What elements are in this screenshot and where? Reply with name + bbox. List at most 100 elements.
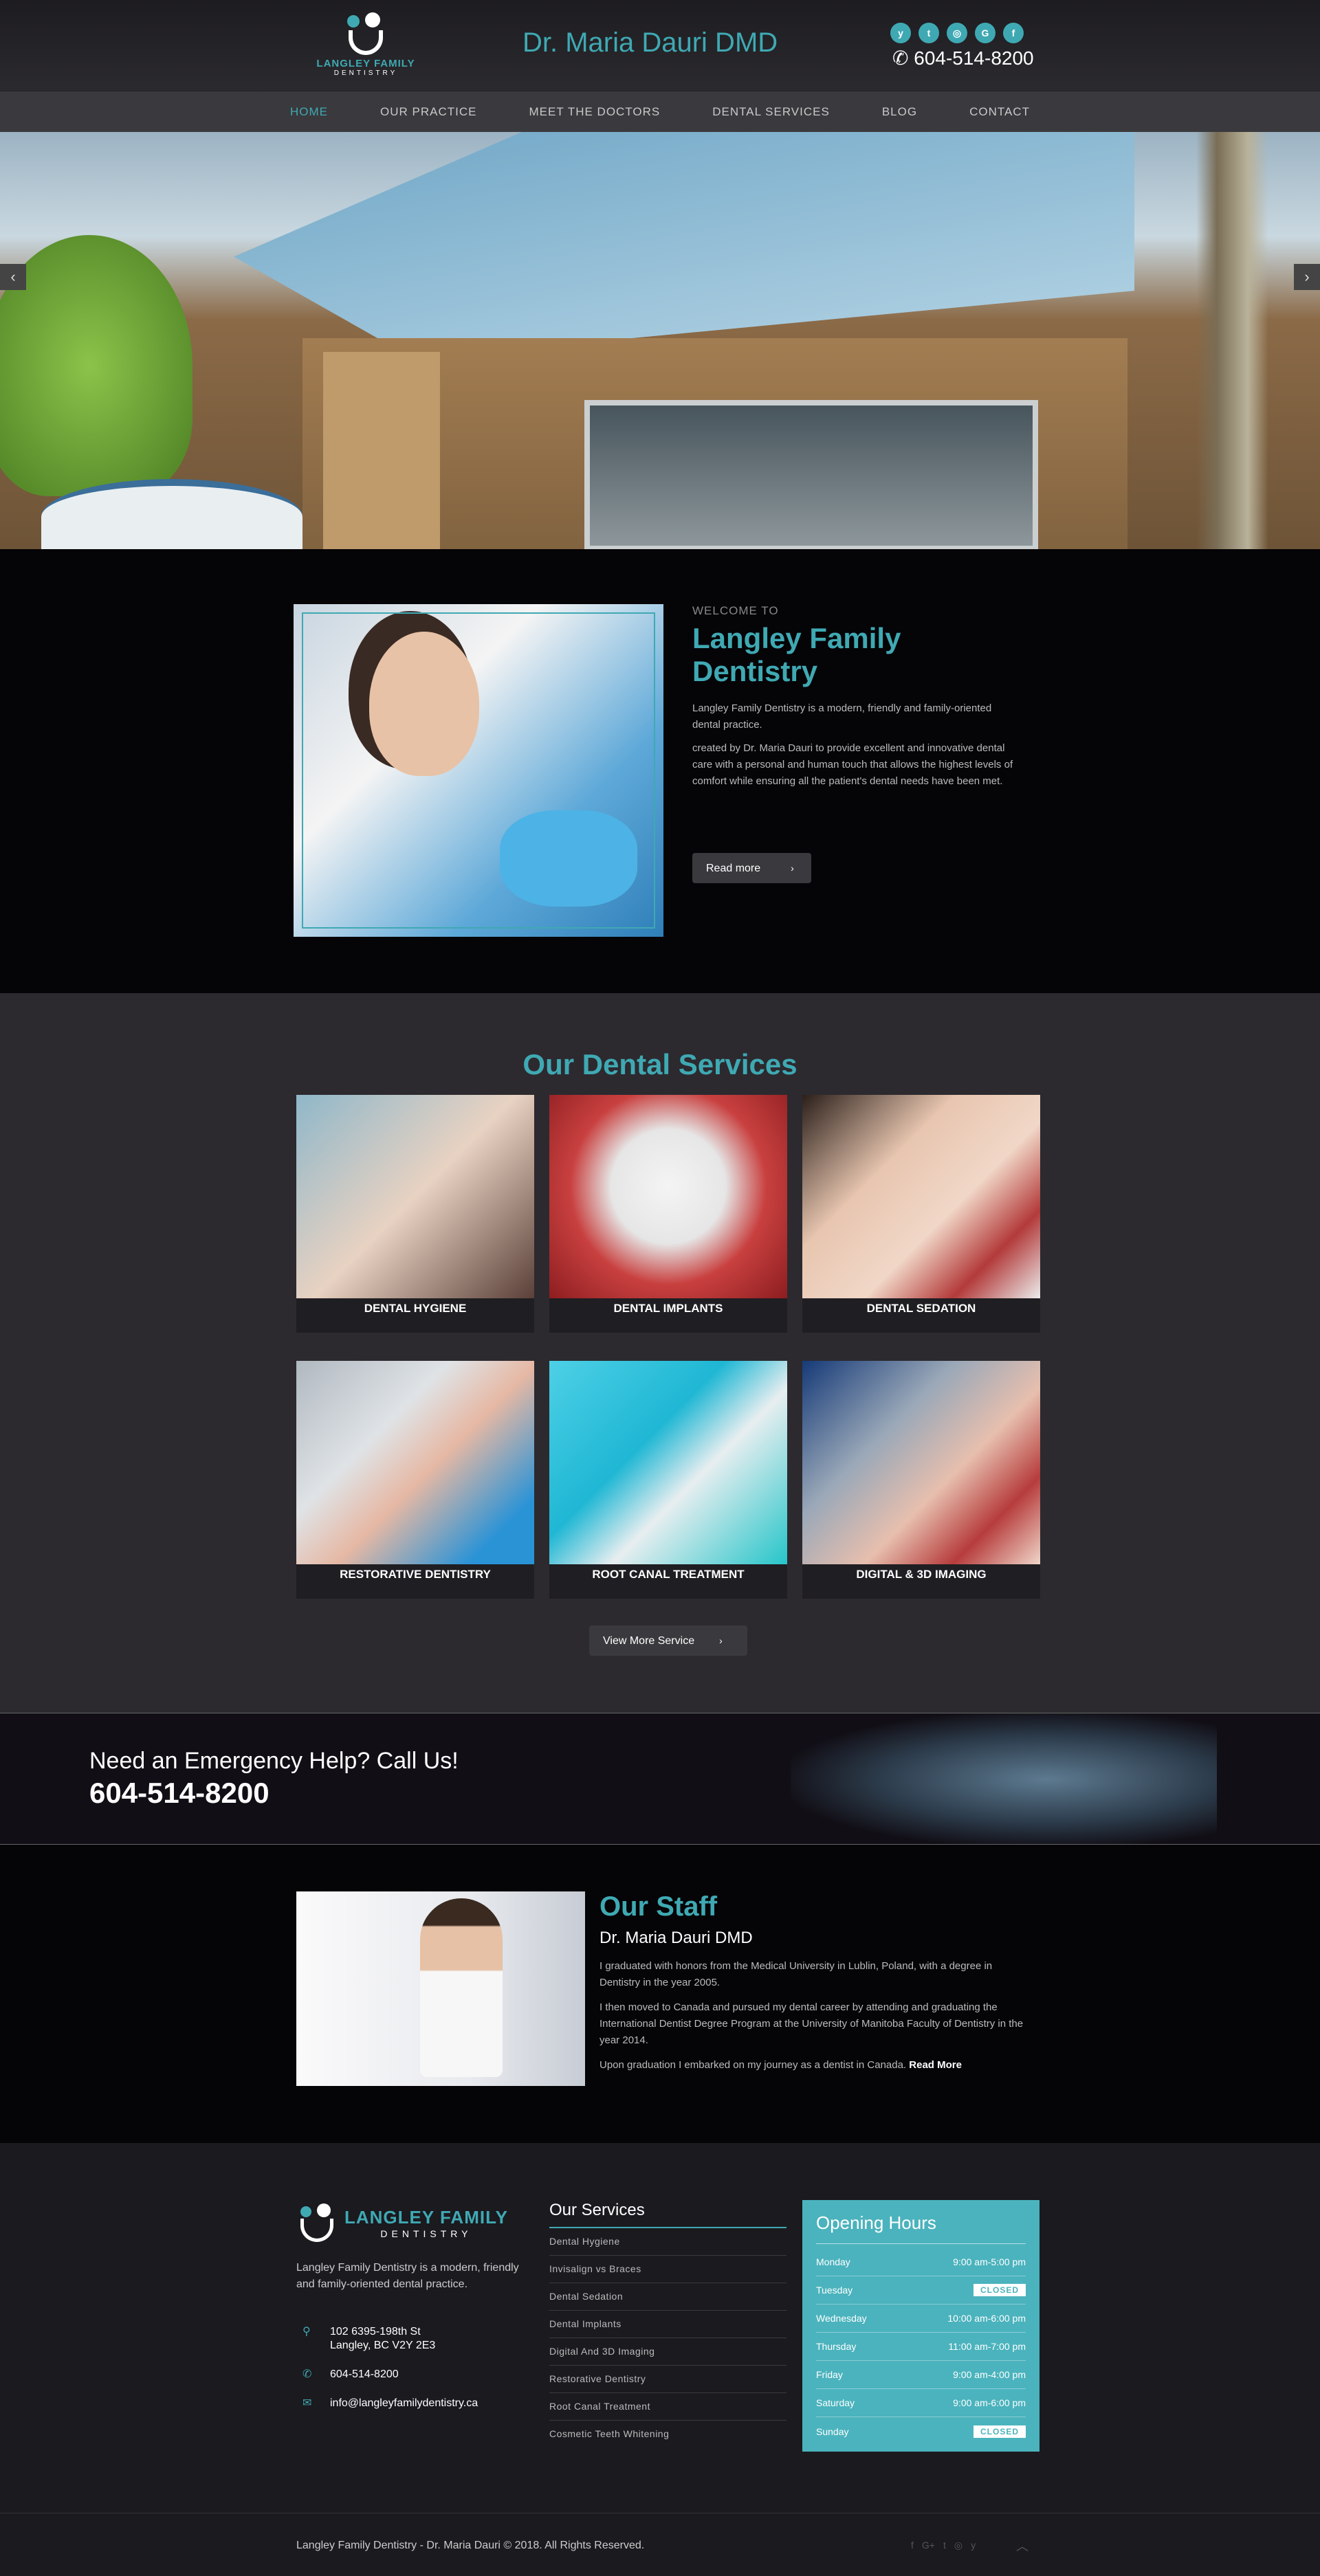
hero-slider: ‹ › — [0, 132, 1320, 549]
instagram-icon[interactable]: ◎ — [954, 2540, 962, 2551]
read-more-button[interactable]: Read more › — [692, 853, 811, 883]
site-logo[interactable]: LANGLEY FAMILY DENTISTRY — [315, 10, 417, 81]
hours-row: Friday 9:00 am-4:00 pm — [816, 2361, 1026, 2389]
service-card-dental-sedation[interactable]: DENTAL SEDATION — [802, 1095, 1040, 1333]
hours-row: Saturday 9:00 am-6:00 pm — [816, 2389, 1026, 2417]
phone-icon: ✆ — [302, 2368, 312, 2380]
main-nav: HOME OUR PRACTICE MEET THE DOCTORS DENTA… — [0, 91, 1320, 132]
footer-service-link[interactable]: Cosmetic Teeth Whitening — [549, 2421, 786, 2448]
nav-contact[interactable]: CONTACT — [969, 105, 1030, 119]
service-label: DENTAL HYGIENE — [296, 1298, 534, 1333]
site-title: Dr. Maria Dauri DMD — [522, 27, 778, 58]
map-pin-icon: ⚲ — [302, 2326, 311, 2338]
hours-row: Thursday 11:00 am-7:00 pm — [816, 2333, 1026, 2361]
envelope-icon: ✉ — [302, 2397, 312, 2409]
hours-time: 9:00 am-5:00 pm — [953, 2256, 1026, 2267]
staff-bio-text: Upon graduation I embarked on my journey… — [600, 2059, 907, 2071]
copyright-text: Langley Family Dentistry - Dr. Maria Dau… — [296, 2540, 645, 2551]
nav-meet-the-doctors[interactable]: MEET THE DOCTORS — [529, 105, 660, 119]
google-plus-icon[interactable]: G+ — [922, 2540, 935, 2551]
hours-day: Tuesday — [816, 2285, 853, 2296]
footer-service-link[interactable]: Digital And 3D Imaging — [549, 2338, 786, 2366]
footer-service-link[interactable]: Restorative Dentistry — [549, 2366, 786, 2393]
staff-bio-paragraph-1: I graduated with honors from the Medical… — [600, 1960, 993, 1988]
chevron-right-icon: › — [719, 1635, 723, 1646]
footer-logo[interactable]: LANGLEY FAMILY DENTISTRY — [296, 2201, 508, 2245]
nav-blog[interactable]: BLOG — [882, 105, 917, 119]
staff-bio-paragraph-2: I then moved to Canada and pursued my de… — [600, 2001, 1024, 2046]
twitter-icon[interactable]: t — [918, 23, 939, 43]
facebook-icon[interactable]: f — [911, 2540, 914, 2551]
logo-text: LANGLEY FAMILY — [316, 58, 415, 69]
back-to-top-icon[interactable]: ︿ — [1016, 2537, 1028, 2555]
welcome-kicker: WELCOME TO — [692, 604, 779, 617]
logo-mark-icon — [342, 10, 390, 58]
service-card-dental-hygiene[interactable]: DENTAL HYGIENE — [296, 1095, 534, 1333]
service-label: DENTAL SEDATION — [802, 1298, 1040, 1333]
service-card-dental-implants[interactable]: DENTAL IMPLANTS — [549, 1095, 787, 1333]
welcome-text: WELCOME TO Langley Family Dentistry Lang… — [692, 604, 1015, 790]
service-label: DIGITAL & 3D IMAGING — [802, 1564, 1040, 1599]
staff-section: Our Staff Dr. Maria Dauri DMD I graduate… — [0, 1845, 1320, 2143]
footer-social-links: f G+ t ◎ y — [911, 2540, 976, 2551]
welcome-paragraph-2: created by Dr. Maria Dauri to provide ex… — [692, 742, 1013, 787]
service-card-restorative-dentistry[interactable]: RESTORATIVE DENTISTRY — [296, 1361, 534, 1599]
hours-day: Sunday — [816, 2425, 849, 2437]
emergency-photo — [791, 1713, 1217, 1844]
hero-building-column — [323, 352, 440, 549]
footer-email[interactable]: ✉ info@langleyfamilydentistry.ca — [302, 2397, 478, 2410]
service-card-digital-3d-imaging[interactable]: DIGITAL & 3D IMAGING — [802, 1361, 1040, 1599]
footer-service-link[interactable]: Invisalign vs Braces — [549, 2256, 786, 2283]
read-more-label: Read more — [706, 863, 761, 874]
footer-logo-text: LANGLEY FAMILY — [344, 2206, 508, 2228]
nav-our-practice[interactable]: OUR PRACTICE — [380, 105, 476, 119]
service-card-root-canal-treatment[interactable]: ROOT CANAL TREATMENT — [549, 1361, 787, 1599]
footer-service-link[interactable]: Root Canal Treatment — [549, 2393, 786, 2421]
closed-badge: CLOSED — [973, 2425, 1026, 2438]
service-image — [296, 1361, 534, 1564]
welcome-paragraph-1: Langley Family Dentistry is a modern, fr… — [692, 702, 992, 731]
facebook-icon[interactable]: f — [1003, 23, 1024, 43]
hours-row: Monday 9:00 am-5:00 pm — [816, 2248, 1026, 2276]
staff-read-more-link[interactable]: Read More — [909, 2059, 962, 2071]
footer-email-address: info@langleyfamilydentistry.ca — [330, 2397, 478, 2409]
staff-bio: I graduated with honors from the Medical… — [600, 1958, 1026, 2082]
chevron-right-icon: › — [791, 863, 794, 874]
yelp-icon[interactable]: y — [971, 2540, 976, 2551]
footer-contact: ⚲ 102 6395-198th St Langley, BC V2Y 2E3 ✆… — [302, 2325, 478, 2425]
welcome-section: WELCOME TO Langley Family Dentistry Lang… — [0, 549, 1320, 993]
social-links: y t ◎ G f — [890, 23, 1024, 43]
service-image — [802, 1361, 1040, 1564]
nav-dental-services[interactable]: DENTAL SERVICES — [712, 105, 830, 119]
google-plus-icon[interactable]: G — [975, 23, 996, 43]
view-more-service-button[interactable]: View More Service › — [589, 1625, 747, 1656]
address-line-2: Langley, BC V2Y 2E3 — [330, 2340, 436, 2351]
yelp-icon[interactable]: y — [890, 23, 911, 43]
footer-phone[interactable]: ✆ 604-514-8200 — [302, 2368, 478, 2381]
phone-icon: ✆ — [892, 47, 909, 69]
hero-tree-right — [1134, 132, 1320, 549]
hours-time: 10:00 am-6:00 pm — [947, 2313, 1026, 2324]
slider-prev-button[interactable]: ‹ — [0, 264, 26, 290]
footer-service-link[interactable]: Dental Hygiene — [549, 2228, 786, 2256]
footer-service-link[interactable]: Dental Implants — [549, 2311, 786, 2338]
welcome-heading: Langley Family Dentistry — [692, 622, 901, 687]
opening-hours-heading: Opening Hours — [816, 2212, 1026, 2244]
opening-hours-panel: Opening Hours Monday 9:00 am-5:00 pm Tues… — [802, 2200, 1040, 2452]
footer-service-link[interactable]: Dental Sedation — [549, 2283, 786, 2311]
nav-home[interactable]: HOME — [290, 105, 328, 119]
header-phone[interactable]: ✆ 604-514-8200 — [892, 47, 1034, 69]
twitter-icon[interactable]: t — [943, 2540, 946, 2551]
header-phone-number: 604-514-8200 — [914, 47, 1034, 69]
closed-badge: CLOSED — [973, 2284, 1026, 2296]
hours-day: Wednesday — [816, 2313, 867, 2324]
footer-about: Langley Family Dentistry is a modern, fr… — [296, 2262, 519, 2290]
hours-time: 11:00 am-7:00 pm — [948, 2341, 1026, 2352]
hero-office-sign — [41, 479, 302, 549]
hours-day: Thursday — [816, 2341, 857, 2352]
emergency-banner: Need an Emergency Help? Call Us! 604-514… — [0, 1713, 1320, 1845]
slider-next-button[interactable]: › — [1294, 264, 1320, 290]
emergency-phone[interactable]: 604-514-8200 — [89, 1777, 270, 1810]
hours-time: 9:00 am-6:00 pm — [953, 2397, 1026, 2408]
instagram-icon[interactable]: ◎ — [947, 23, 967, 43]
